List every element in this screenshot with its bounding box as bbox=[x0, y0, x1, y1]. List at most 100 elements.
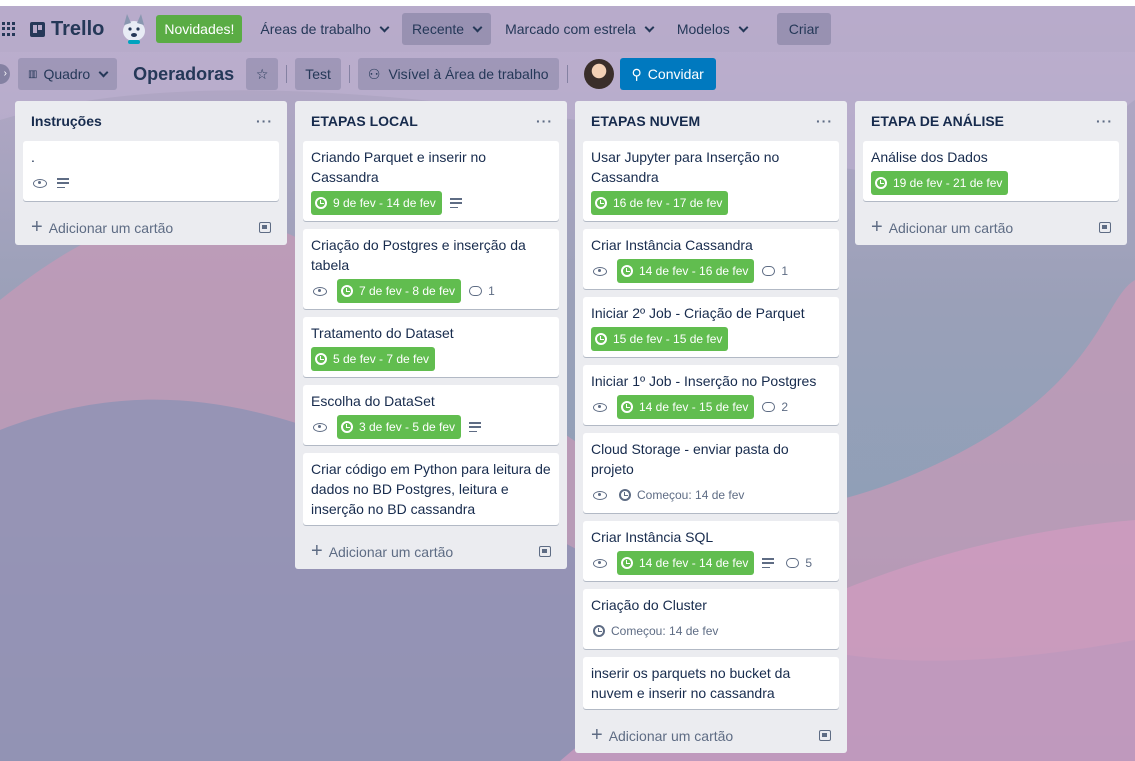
due-date-badge[interactable]: 5 de fev - 7 de fev bbox=[311, 347, 436, 371]
date-label: 9 de fev - 14 de fev bbox=[333, 196, 436, 210]
comment-icon bbox=[762, 266, 776, 276]
visibility-button[interactable]: ⚇ Visível à Área de trabalho bbox=[357, 58, 559, 90]
list-header[interactable]: ETAPA DE ANÁLISE ··· bbox=[863, 101, 1119, 141]
card-badges bbox=[31, 171, 271, 195]
clock-icon bbox=[595, 197, 607, 209]
card-template-icon[interactable] bbox=[819, 729, 831, 741]
list-card[interactable]: Criar Instância Cassandra 14 de fev - 16… bbox=[583, 229, 839, 289]
list-title: ETAPA DE ANÁLISE bbox=[871, 113, 1005, 129]
due-date-badge[interactable]: 19 de fev - 21 de fev bbox=[871, 171, 1009, 195]
sidebar-expand-icon[interactable]: › bbox=[0, 64, 10, 84]
card-title: Escolha do DataSet bbox=[311, 393, 435, 409]
card-title: Criação do Postgres e inserção da tabela bbox=[311, 237, 526, 273]
top-header: Trello Novidades! Áreas de trabalho Rece… bbox=[0, 0, 1135, 52]
add-person-icon: ⚲ bbox=[631, 65, 642, 82]
add-card-text: + Adicionar um cartão bbox=[31, 217, 173, 237]
list-card[interactable]: Criar Instância SQL 14 de fev - 14 de fe… bbox=[583, 521, 839, 581]
due-date-badge[interactable]: 16 de fev - 17 de fev bbox=[591, 191, 729, 215]
list-card[interactable]: Escolha do DataSet 3 de fev - 5 de fev bbox=[303, 385, 559, 445]
comments-badge: 1 bbox=[469, 284, 495, 298]
create-button[interactable]: Criar bbox=[776, 13, 832, 45]
list-card[interactable]: inserir os parquets no bucket da nuvem e… bbox=[583, 657, 839, 709]
news-button[interactable]: Novidades! bbox=[156, 15, 243, 43]
card-title: Criando Parquet e inserir no Cassandra bbox=[311, 149, 487, 185]
list-title: Instruções bbox=[31, 113, 102, 129]
trello-logo[interactable]: Trello bbox=[30, 18, 104, 41]
add-card-label: Adicionar um cartão bbox=[608, 728, 734, 744]
nav-label: Modelos bbox=[676, 21, 730, 37]
card-title: Criação do Cluster bbox=[591, 597, 707, 613]
list-card[interactable]: Criando Parquet e inserir no Cassandra 9… bbox=[303, 141, 559, 221]
start-date-badge[interactable]: Começou: 14 de fev bbox=[617, 483, 750, 507]
divider bbox=[286, 65, 288, 83]
list-card[interactable]: Cloud Storage - enviar pasta do projeto … bbox=[583, 433, 839, 513]
add-card-button[interactable]: + Adicionar um cartão bbox=[23, 209, 279, 245]
clock-icon bbox=[315, 197, 327, 209]
add-card-button[interactable]: + Adicionar um cartão bbox=[863, 209, 1119, 245]
card-template-icon[interactable] bbox=[259, 221, 271, 233]
chevron-down-icon bbox=[379, 22, 390, 32]
card-title: Iniciar 2º Job - Criação de Parquet bbox=[591, 305, 805, 321]
list-card[interactable]: . bbox=[23, 141, 279, 201]
due-date-badge[interactable]: 7 de fev - 8 de fev bbox=[337, 279, 462, 303]
workspace-button[interactable]: Test bbox=[295, 58, 341, 90]
add-card-label: Adicionar um cartão bbox=[888, 220, 1014, 236]
card-title: . bbox=[31, 149, 35, 165]
comment-count: 2 bbox=[781, 400, 789, 414]
list-menu-icon[interactable]: ··· bbox=[816, 113, 833, 129]
list-menu-icon[interactable]: ··· bbox=[256, 113, 273, 129]
description-icon bbox=[449, 198, 462, 208]
add-card-button[interactable]: + Adicionar um cartão bbox=[303, 533, 559, 569]
list-card[interactable]: Criação do Postgres e inserção da tabela… bbox=[303, 229, 559, 309]
due-date-badge[interactable]: 15 de fev - 15 de fev bbox=[591, 327, 729, 351]
add-card-text: + Adicionar um cartão bbox=[871, 217, 1013, 237]
nav-workspaces[interactable]: Áreas de trabalho bbox=[250, 13, 398, 45]
nav-starred[interactable]: Marcado com estrela bbox=[495, 13, 663, 45]
list-menu-icon[interactable]: ··· bbox=[536, 113, 553, 129]
people-icon: ⚇ bbox=[367, 65, 381, 82]
taco-mascot-icon bbox=[123, 14, 146, 44]
watch-eye-icon bbox=[313, 286, 327, 296]
due-date-badge[interactable]: 3 de fev - 5 de fev bbox=[337, 415, 462, 439]
date-label: 7 de fev - 8 de fev bbox=[359, 284, 456, 298]
due-date-badge[interactable]: 14 de fev - 15 de fev bbox=[617, 395, 755, 419]
board-title[interactable]: Operadoras bbox=[133, 64, 234, 85]
list-card[interactable]: Iniciar 2º Job - Criação de Parquet 15 d… bbox=[583, 297, 839, 357]
card-badges: 16 de fev - 17 de fev bbox=[591, 191, 831, 215]
app-switcher-icon[interactable] bbox=[2, 22, 16, 36]
due-date-badge[interactable]: 9 de fev - 14 de fev bbox=[311, 191, 442, 215]
add-card-button[interactable]: + Adicionar um cartão bbox=[583, 717, 839, 753]
start-date-badge[interactable]: Começou: 14 de fev bbox=[591, 619, 724, 643]
list-menu-icon[interactable]: ··· bbox=[1096, 113, 1113, 129]
nav-recent[interactable]: Recente bbox=[401, 13, 492, 45]
list-card[interactable]: Usar Jupyter para Inserção no Cassandra … bbox=[583, 141, 839, 221]
list-card[interactable]: Criar código em Python para leitura de d… bbox=[303, 453, 559, 525]
list-header[interactable]: Instruções ··· bbox=[23, 101, 279, 141]
card-title: Iniciar 1º Job - Inserção no Postgres bbox=[591, 373, 817, 389]
date-label: 5 de fev - 7 de fev bbox=[333, 352, 430, 366]
card-template-icon[interactable] bbox=[539, 545, 551, 557]
nav-templates[interactable]: Modelos bbox=[667, 13, 757, 45]
list-card[interactable]: Iniciar 1º Job - Inserção no Postgres 14… bbox=[583, 365, 839, 425]
invite-button[interactable]: ⚲ Convidar bbox=[619, 58, 716, 90]
clock-icon bbox=[341, 421, 353, 433]
due-date-badge[interactable]: 14 de fev - 16 de fev bbox=[617, 259, 755, 283]
card-template-icon[interactable] bbox=[1099, 221, 1111, 233]
chevron-down-icon bbox=[738, 22, 749, 32]
chevron-down-icon bbox=[644, 22, 655, 32]
list-card[interactable]: Criação do Cluster Começou: 14 de fev bbox=[583, 589, 839, 649]
plus-icon: + bbox=[871, 216, 883, 238]
comment-count: 1 bbox=[781, 264, 789, 278]
star-button[interactable]: ☆ bbox=[246, 58, 279, 90]
list-header[interactable]: ETAPAS LOCAL ··· bbox=[303, 101, 559, 141]
list-header[interactable]: ETAPAS NUVEM ··· bbox=[583, 101, 839, 141]
trello-board-icon bbox=[30, 21, 45, 37]
list-card[interactable]: Análise dos Dados 19 de fev - 21 de fev bbox=[863, 141, 1119, 201]
due-date-badge[interactable]: 14 de fev - 14 de fev bbox=[617, 551, 755, 575]
watch-eye-icon bbox=[313, 422, 327, 432]
date-label: Começou: 14 de fev bbox=[611, 624, 719, 638]
board-view-switcher[interactable]: ▥ Quadro bbox=[18, 58, 118, 90]
avatar[interactable] bbox=[583, 59, 614, 89]
list-card[interactable]: Tratamento do Dataset 5 de fev - 7 de fe… bbox=[303, 317, 559, 377]
board-view-icon: ▥ bbox=[28, 68, 38, 80]
